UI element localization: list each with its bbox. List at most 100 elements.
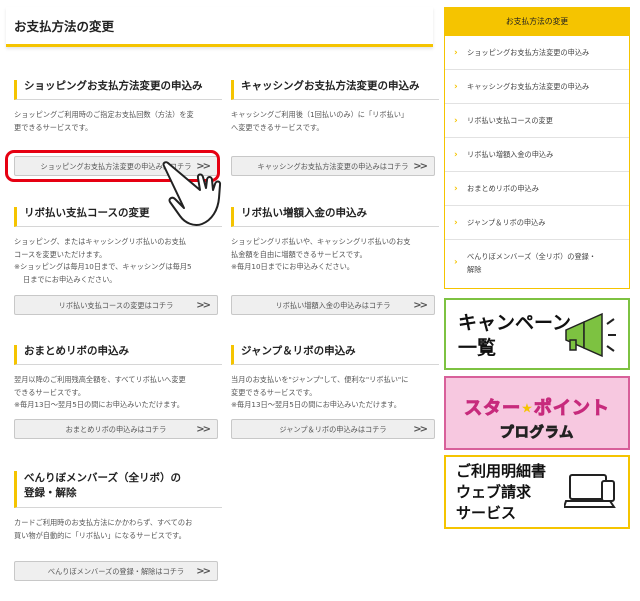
- banner-line: プログラム: [499, 425, 575, 442]
- chevron-right-icon: ›: [454, 47, 458, 58]
- campaign-list-banner[interactable]: キャンペーン 一覧: [444, 298, 630, 370]
- desc-line: カードご利用時のお支払方法にかかわらず、すべてのお: [14, 518, 193, 527]
- sidebar-item-revolving-increase[interactable]: › リボ払い増額入金の申込み: [445, 138, 629, 172]
- section-description: ショッピングリボ払いや、キャッシングリボ払いのお支 払金額を自由に増額できるサー…: [231, 236, 439, 274]
- desc-line: 翌月以降のご利用残高全額を、すべてリボ払いへ変更: [14, 375, 186, 384]
- section-title: ショッピングお支払方法変更の申込み: [14, 80, 222, 100]
- sidebar-item-label: ショッピングお支払方法変更の申込み: [467, 47, 590, 57]
- note-line: ※毎月13日～翌月5日の間にお申込みいただけます。: [14, 400, 184, 409]
- sidebar-item-revolving-course[interactable]: › リボ払い支払コースの変更: [445, 104, 629, 138]
- web-statement-banner[interactable]: ご利用明細書 ウェブ請求 サービス: [444, 455, 630, 529]
- cashing-payment-change-button[interactable]: キャッシングお支払方法変更の申込みはコチラ >>: [231, 156, 435, 176]
- section-description: キャッシングご利用後（1回払いのみ）に「リボ払い」 へ変更できるサービスです。: [231, 109, 439, 134]
- desc-line: 当月のお支払いを"ジャンプ"して、便利な"リボ払い"に: [231, 375, 409, 384]
- note-line: ※ショッピングは毎月10日まで、キャッシングは毎月5: [14, 262, 192, 271]
- button-label: キャッシングお支払方法変更の申込みはコチラ: [257, 162, 409, 171]
- section-shopping-payment-change: ショッピングお支払方法変更の申込み ショッピングご利用時のご指定お支払回数（方法…: [14, 80, 222, 134]
- benrivo-members-button[interactable]: べんりぼメンバーズの登録・解除はコチラ >>: [14, 561, 218, 581]
- sidebar-item-shopping-payment-change[interactable]: › ショッピングお支払方法変更の申込み: [445, 36, 629, 70]
- title-line: べんりぼメンバーズ（全リボ）の: [24, 472, 181, 484]
- star-text: スター: [464, 398, 522, 420]
- star-point-program-banner[interactable]: スター★ポイント プログラム: [444, 376, 630, 450]
- banner-text: ご利用明細書 ウェブ請求 サービス: [456, 461, 546, 524]
- desc-line: キャッシングご利用後（1回払いのみ）に「リボ払い」: [231, 110, 409, 119]
- chevron-right-icon: ›: [454, 257, 458, 268]
- sidebar-item-label: ジャンプ＆リボの申込み: [467, 217, 546, 227]
- chevron-double-right-icon: >>: [413, 161, 428, 172]
- section-description: ショッピングご利用時のご指定お支払回数（方法）を変 更できるサービスです。: [14, 109, 222, 134]
- section-matome-revo: おまとめリボの申込み 翌月以降のご利用残高全額を、すべてリボ払いへ変更 できるサ…: [14, 345, 222, 412]
- chevron-double-right-icon: >>: [196, 424, 211, 435]
- chevron-double-right-icon: >>: [196, 300, 211, 311]
- chevron-right-icon: ›: [454, 149, 458, 160]
- sidebar-item-label: おまとめリボの申込み: [467, 183, 539, 193]
- jump-revo-button[interactable]: ジャンプ＆リボの申込みはコチラ >>: [231, 419, 435, 439]
- page-title: お支払方法の変更: [6, 7, 433, 47]
- banner-line: 一覧: [458, 337, 497, 359]
- desc-line: ショッピングご利用時のご指定お支払回数（方法）を変: [14, 110, 194, 119]
- desc-line: コースを変更いただけます。: [14, 249, 107, 259]
- desc-line: ショッピングリボ払いや、キャッシングリボ払いのお支: [231, 237, 411, 246]
- button-label: リボ払い支払コースの変更はコチラ: [58, 301, 174, 310]
- desc-line: 更できるサービスです。: [14, 122, 93, 132]
- banner-line: サービス: [456, 504, 517, 522]
- desc-line: できるサービスです。: [14, 387, 86, 397]
- button-label: ジャンプ＆リボの申込みはコチラ: [279, 425, 387, 434]
- desc-line: 払金額を自由に増額できるサービスです。: [231, 249, 367, 259]
- sidebar-item-benrivo-members[interactable]: › べんりぼメンバーズ（全リボ）の登録・ 解除: [445, 240, 629, 286]
- chevron-double-right-icon: >>: [413, 424, 428, 435]
- section-title: キャッシングお支払方法変更の申込み: [231, 80, 439, 100]
- laptop-icon: [564, 474, 616, 508]
- desc-line: へ変更できるサービスです。: [231, 122, 324, 132]
- button-label: リボ払い増額入金の申込みはコチラ: [275, 301, 391, 310]
- sidebar-header: お支払方法の変更: [445, 8, 629, 36]
- sidebar-item-label: べんりぼメンバーズ（全リボ）の登録・ 解除: [467, 250, 596, 276]
- sidebar-item-cashing-payment-change[interactable]: › キャッシングお支払方法変更の申込み: [445, 70, 629, 104]
- desc-line: 変更できるサービスです。: [231, 387, 317, 397]
- sidebar-item-jump-revo[interactable]: › ジャンプ＆リボの申込み: [445, 206, 629, 240]
- section-title: べんりぼメンバーズ（全リボ）の 登録・解除: [14, 471, 222, 508]
- desc-line: 買い物が自動的に「リボ払い」になるサービスです。: [14, 530, 186, 540]
- banner-line: キャンペーン: [458, 312, 572, 334]
- revolving-increase-button[interactable]: リボ払い増額入金の申込みはコチラ >>: [231, 295, 435, 315]
- chevron-right-icon: ›: [454, 183, 458, 194]
- sidebar-item-label: キャッシングお支払方法変更の申込み: [467, 81, 590, 91]
- sidebar-item-label: リボ払い支払コースの変更: [467, 115, 553, 125]
- title-line: 登録・解除: [24, 487, 77, 499]
- section-benrivo-members: べんりぼメンバーズ（全リボ）の 登録・解除 カードご利用時のお支払方法にかかわら…: [14, 471, 222, 542]
- button-label: べんりぼメンバーズの登録・解除はコチラ: [47, 567, 185, 576]
- section-description: 当月のお支払いを"ジャンプ"して、便利な"リボ払い"に 変更できるサービスです。…: [231, 374, 439, 412]
- section-description: カードご利用時のお支払方法にかかわらず、すべてのお 買い物が自動的に「リボ払い」…: [14, 517, 222, 542]
- section-jump-revo: ジャンプ＆リボの申込み 当月のお支払いを"ジャンプ"して、便利な"リボ払い"に …: [231, 345, 439, 412]
- section-title: ジャンプ＆リボの申込み: [231, 345, 439, 365]
- revolving-course-change-button[interactable]: リボ払い支払コースの変更はコチラ >>: [14, 295, 218, 315]
- section-revolving-increase: リボ払い増額入金の申込み ショッピングリボ払いや、キャッシングリボ払いのお支 払…: [231, 207, 439, 274]
- sidebar-item-label: リボ払い増額入金の申込み: [467, 149, 554, 159]
- chevron-double-right-icon: >>: [413, 300, 428, 311]
- point-text: ポイント: [533, 398, 610, 420]
- note-line: ※毎月13日～翌月5日の間にお申込みいただけます。: [231, 400, 401, 409]
- chevron-right-icon: ›: [454, 81, 458, 92]
- hand-pointer-icon: [162, 161, 222, 226]
- banner-line: ご利用明細書: [456, 462, 547, 480]
- chevron-right-icon: ›: [454, 217, 458, 228]
- label-line: べんりぼメンバーズ（全リボ）の登録・: [467, 252, 597, 261]
- matome-revo-button[interactable]: おまとめリボの申込みはコチラ >>: [14, 419, 218, 439]
- section-description: 翌月以降のご利用残高全額を、すべてリボ払いへ変更 できるサービスです。 ※毎月1…: [14, 374, 222, 412]
- section-title: おまとめリボの申込み: [14, 345, 222, 365]
- note-line: ※毎月10日までにお申込みください。: [231, 262, 354, 271]
- section-cashing-payment-change: キャッシングお支払方法変更の申込み キャッシングご利用後（1回払いのみ）に「リボ…: [231, 80, 439, 134]
- megaphone-icon: [565, 312, 616, 358]
- label-line: 解除: [467, 265, 482, 274]
- sidebar-nav: お支払方法の変更 › ショッピングお支払方法変更の申込み › キャッシングお支払…: [444, 7, 630, 289]
- sidebar-item-matome-revo[interactable]: › おまとめリボの申込み: [445, 172, 629, 206]
- button-label: おまとめリボの申込みはコチラ: [65, 425, 167, 434]
- section-description: ショッピング、またはキャッシングリボ払いのお支払 コースを変更いただけます。 ※…: [14, 236, 222, 286]
- star-icon: ★: [521, 401, 534, 417]
- banner-line: スター★ポイント: [446, 394, 628, 420]
- note-line: 日までにお申込みください。: [23, 274, 117, 284]
- banner-line: ウェブ請求: [456, 483, 532, 501]
- section-title: リボ払い増額入金の申込み: [231, 207, 439, 227]
- chevron-right-icon: ›: [454, 115, 458, 126]
- banner-text: キャンペーン 一覧: [458, 311, 571, 361]
